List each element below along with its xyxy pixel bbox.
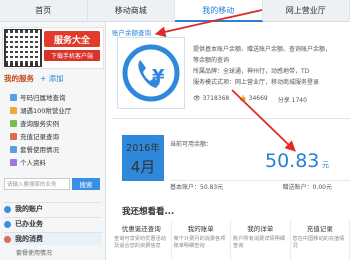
arrow-to-breadcrumb (154, 9, 263, 38)
arrow-to-balance (231, 89, 296, 152)
annotation-arrows (154, 9, 296, 152)
